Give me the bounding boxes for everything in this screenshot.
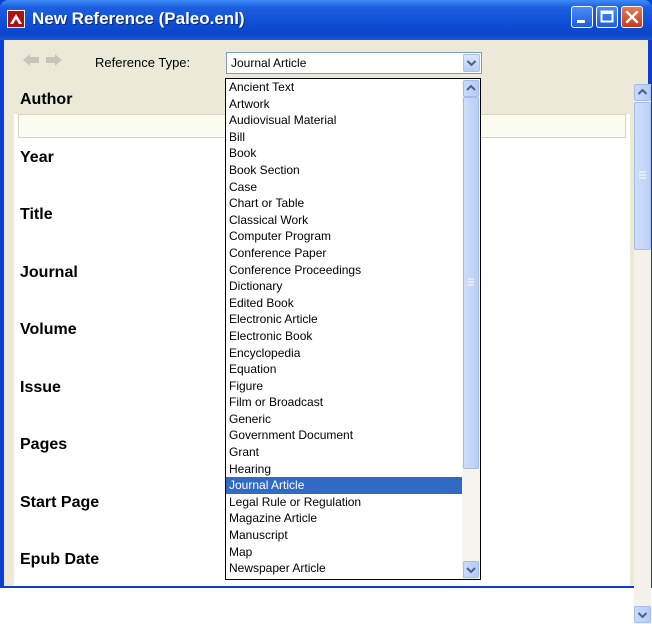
dropdown-option[interactable]: Grant [226, 444, 462, 461]
chevron-down-icon [466, 60, 477, 67]
dropdown-scroll-down-button[interactable] [463, 561, 479, 578]
dropdown-scroll-up-button[interactable] [463, 80, 479, 97]
back-arrow-icon[interactable] [22, 52, 40, 68]
dropdown-option[interactable]: Computer Program [226, 228, 462, 245]
field-label-title: Title [20, 206, 53, 223]
dropdown-option[interactable]: Conference Paper [226, 245, 462, 262]
field-label-epub-date: Epub Date [20, 551, 100, 568]
dropdown-option[interactable]: Edited Book [226, 295, 462, 312]
dropdown-option[interactable]: Electronic Article [226, 311, 462, 328]
dropdown-scroll-thumb[interactable] [463, 97, 479, 469]
chevron-down-icon [466, 567, 476, 574]
field-label-volume: Volume [20, 321, 77, 338]
minimize-button[interactable] [571, 6, 593, 28]
dropdown-option[interactable]: Generic [226, 411, 462, 428]
dropdown-option[interactable]: Artwork [226, 96, 462, 113]
dropdown-option[interactable]: Conference Proceedings [226, 262, 462, 279]
main-scrollbar[interactable] [634, 84, 651, 624]
scroll-up-button[interactable] [634, 84, 651, 101]
dropdown-option[interactable]: Legal Rule or Regulation [226, 494, 462, 511]
reference-type-label: Reference Type: [95, 55, 191, 70]
dropdown-option[interactable]: Chart or Table [226, 195, 462, 212]
field-label-year: Year [20, 149, 54, 166]
reference-type-dropdown-list[interactable]: Ancient Text Artwork Audiovisual Material B… [225, 78, 481, 580]
chevron-up-icon [637, 88, 648, 95]
dropdown-option[interactable]: Encyclopedia [226, 345, 462, 362]
reference-type-value: Journal Article [231, 56, 307, 70]
scroll-down-button[interactable] [634, 606, 651, 623]
dropdown-option[interactable]: Manuscript [226, 527, 462, 544]
dropdown-option[interactable]: Figure [226, 378, 462, 395]
dropdown-option[interactable]: Classical Work [226, 212, 462, 229]
reference-type-select[interactable]: Journal Article [226, 52, 482, 74]
dropdown-option[interactable]: Map [226, 544, 462, 561]
title-bar[interactable]: New Reference (Paleo.enl) [0, 0, 652, 40]
dropdown-option[interactable]: Government Document [226, 427, 462, 444]
scroll-thumb[interactable] [634, 102, 651, 250]
window-title: New Reference (Paleo.enl) [32, 9, 245, 28]
dropdown-option[interactable]: Journal Article [226, 477, 462, 494]
chevron-down-icon [637, 612, 648, 619]
field-label-author: Author [20, 91, 73, 108]
dropdown-option[interactable]: Book Section [226, 162, 462, 179]
dropdown-option[interactable]: Dictionary [226, 278, 462, 295]
dropdown-option[interactable]: Newspaper Article [226, 560, 462, 577]
dropdown-option[interactable]: Magazine Article [226, 510, 462, 527]
field-label-journal: Journal [20, 264, 78, 281]
window: New Reference (Paleo.enl) Reference Type… [0, 0, 652, 624]
field-label-pages: Pages [20, 436, 68, 453]
dropdown-option[interactable]: Case [226, 179, 462, 196]
dropdown-option[interactable]: Electronic Book [226, 328, 462, 345]
dropdown-option[interactable]: Hearing [226, 461, 462, 478]
forward-arrow-icon[interactable] [45, 52, 63, 68]
close-button[interactable] [621, 6, 643, 28]
dropdown-scrollbar[interactable] [462, 79, 480, 579]
field-label-start-page: Start Page [20, 494, 100, 511]
dropdown-option[interactable]: Equation [226, 361, 462, 378]
dropdown-option[interactable]: Ancient Text [226, 79, 462, 96]
maximize-button[interactable] [596, 6, 618, 28]
dropdown-options: Ancient Text Artwork Audiovisual Material B… [226, 79, 462, 577]
dropdown-option[interactable]: Book [226, 145, 462, 162]
endnote-app-icon [7, 10, 25, 28]
dropdown-option[interactable]: Bill [226, 129, 462, 146]
chevron-up-icon [466, 84, 476, 91]
field-label-issue: Issue [20, 379, 61, 396]
dropdown-option[interactable]: Film or Broadcast [226, 394, 462, 411]
dropdown-option[interactable]: Audiovisual Material [226, 112, 462, 129]
dropdown-button[interactable] [463, 54, 480, 72]
